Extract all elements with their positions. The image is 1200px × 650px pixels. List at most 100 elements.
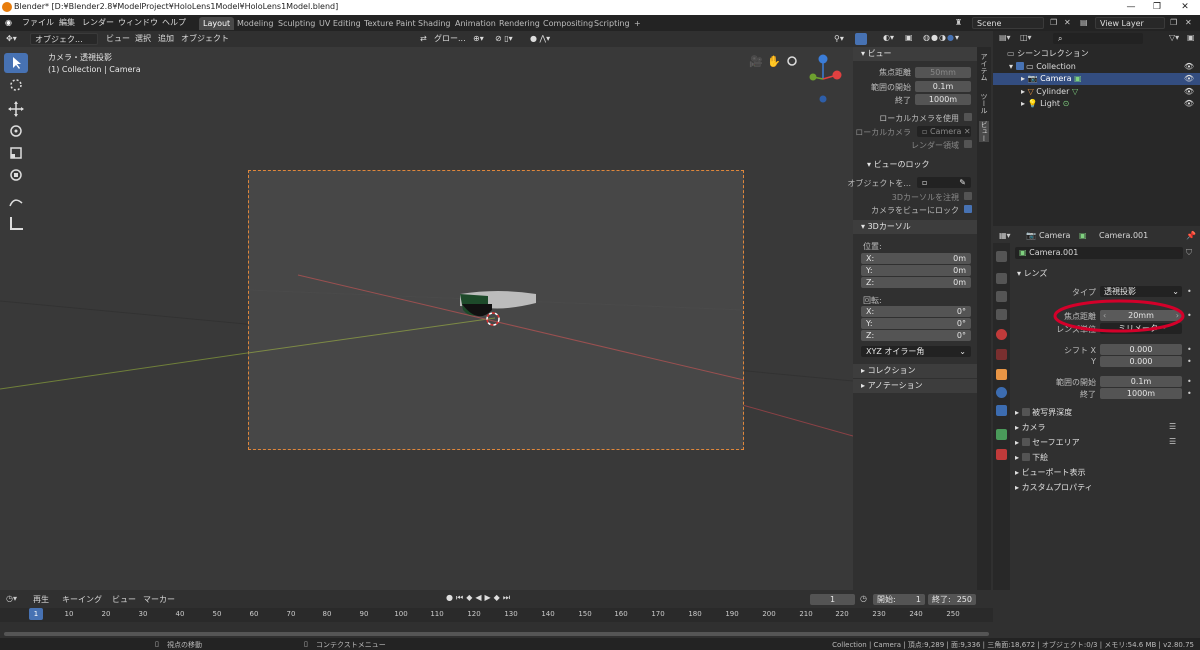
- cursor-rot-y[interactable]: Y: 0°: [861, 318, 971, 329]
- tab-rendering[interactable]: Rendering: [495, 17, 544, 30]
- menu-window[interactable]: ウィンドウ: [118, 17, 158, 29]
- keyframe-dot-icon[interactable]: •: [1187, 345, 1192, 354]
- expand-icon[interactable]: ▸: [1021, 74, 1025, 83]
- camera-data-tab-icon[interactable]: [996, 429, 1007, 440]
- tab-modeling[interactable]: Modeling: [233, 17, 277, 30]
- new-view-layer-icon[interactable]: ❐: [1170, 17, 1177, 29]
- outliner-editor-icon[interactable]: ▤▾: [999, 33, 1011, 42]
- tab-tool[interactable]: ツール: [979, 93, 989, 114]
- record-button[interactable]: ●: [446, 593, 456, 602]
- fake-user-shield-icon[interactable]: ⛉: [1186, 248, 1192, 258]
- shift-x-field[interactable]: 0.000: [1100, 344, 1182, 355]
- keyframe-dot-icon[interactable]: •: [1187, 357, 1192, 366]
- camera-type-dropdown[interactable]: 透視投影 ⌄: [1100, 286, 1182, 297]
- visibility-eye-icon[interactable]: 👁: [1184, 73, 1194, 85]
- collection-panel-header[interactable]: ▸ コレクション: [853, 364, 977, 378]
- local-camera-use-checkbox[interactable]: [964, 113, 972, 121]
- tab-animation[interactable]: Animation: [451, 17, 500, 30]
- filter-icon[interactable]: ▽▾: [1169, 33, 1179, 42]
- view-layer-tab-icon[interactable]: [996, 309, 1007, 320]
- vp-clip-start-field[interactable]: 0.1m: [915, 81, 971, 92]
- viewport-display-panel[interactable]: ▸ ビューポート表示: [1015, 467, 1086, 478]
- menu-file[interactable]: ファイル: [22, 17, 54, 29]
- cursor-rot-z[interactable]: Z: 0°: [861, 330, 971, 341]
- world-tab-icon[interactable]: [996, 349, 1007, 360]
- collection-include-checkbox[interactable]: [1015, 62, 1024, 70]
- custom-properties-panel[interactable]: ▸ カスタムプロパティ: [1015, 482, 1093, 493]
- expand-icon[interactable]: ▸: [1021, 99, 1025, 108]
- cursor-loc-z[interactable]: Z: 0m: [861, 277, 971, 288]
- clip-end-field[interactable]: 1000m: [1100, 388, 1182, 399]
- toggle-xray-icon[interactable]: [855, 33, 867, 45]
- render-tab-icon[interactable]: [996, 273, 1007, 284]
- keyframe-dot-icon[interactable]: •: [1187, 389, 1192, 398]
- end-frame-field[interactable]: 終了: 250: [928, 594, 976, 605]
- timeline-scrollbar[interactable]: [4, 632, 989, 636]
- lock-3d-cursor-checkbox[interactable]: [964, 192, 972, 200]
- visibility-eye-icon[interactable]: 👁: [1184, 98, 1194, 110]
- tab-texture-paint[interactable]: Texture Paint: [360, 17, 420, 30]
- shift-y-field[interactable]: 0.000: [1100, 356, 1182, 367]
- timeline-menu-playback[interactable]: 再生: [33, 594, 49, 605]
- display-mode-icon[interactable]: ◫▾: [1020, 33, 1032, 42]
- view-panel-header[interactable]: ▾ ビュー: [853, 47, 977, 61]
- start-frame-field[interactable]: 開始: 1: [873, 594, 925, 605]
- tab-layout[interactable]: Layout: [199, 17, 235, 30]
- menu-help[interactable]: ヘルプ: [162, 17, 186, 29]
- delete-scene-icon[interactable]: ✕: [1064, 17, 1071, 29]
- local-camera-field[interactable]: ▫ Camera ✕: [917, 126, 971, 137]
- outliner-row-camera[interactable]: ▸ 📷 Camera ▣ 👁: [993, 73, 1200, 85]
- current-frame-field[interactable]: 1: [810, 594, 855, 605]
- play-reverse-button[interactable]: ◀: [475, 593, 484, 602]
- annotation-panel-header[interactable]: ▸ アノテーション: [853, 379, 977, 393]
- new-scene-icon[interactable]: ❐: [1050, 17, 1057, 29]
- lock-camera-to-view-checkbox[interactable]: [964, 205, 972, 213]
- texture-tab-icon[interactable]: [996, 449, 1007, 460]
- maximize-button[interactable]: ❐: [1144, 0, 1170, 15]
- cursor-rot-x[interactable]: X: 0°: [861, 306, 971, 317]
- lens-panel-header[interactable]: ▾ レンズ: [1017, 268, 1047, 279]
- vp-focal-field[interactable]: 50mm: [915, 67, 971, 78]
- outliner-row-light[interactable]: ▸ 💡 Light ⊙ 👁: [993, 98, 1200, 110]
- xray-icon[interactable]: ▣: [905, 33, 913, 42]
- tab-item[interactable]: アイテム: [979, 53, 989, 81]
- background-images-panel[interactable]: ▸ 下絵: [1015, 452, 1048, 463]
- jump-start-button[interactable]: ⏮: [456, 593, 466, 602]
- scene-selector[interactable]: Scene: [972, 17, 1044, 29]
- outliner-row-scene-collection[interactable]: ▭ シーンコレクション: [993, 48, 1200, 60]
- preset-list-icon[interactable]: ☰: [1169, 422, 1176, 431]
- view-lock-subpanel-header[interactable]: ▾ ビューのロック: [867, 159, 930, 170]
- background-images-checkbox[interactable]: [1021, 453, 1030, 461]
- render-region-checkbox[interactable]: [964, 140, 972, 148]
- minimize-button[interactable]: —: [1118, 0, 1144, 15]
- outliner-row-collection[interactable]: ▾ ▭ Collection 👁: [993, 61, 1200, 73]
- object-tab-icon[interactable]: [996, 369, 1007, 380]
- outliner-row-cylinder[interactable]: ▸ ▽ Cylinder ▽ 👁: [993, 86, 1200, 98]
- hololens-model[interactable]: [460, 291, 536, 317]
- clip-start-field[interactable]: 0.1m: [1100, 376, 1182, 387]
- play-button[interactable]: ▶: [485, 593, 494, 602]
- safe-areas-checkbox[interactable]: [1021, 438, 1030, 446]
- tool-tab-icon[interactable]: [996, 251, 1007, 262]
- timeline-editor[interactable]: ◷▾ 再生 キーイング ビュー マーカー ●⏮◆◀▶◆⏭ 1 ◷ 開始: 1 終了…: [0, 590, 993, 638]
- prev-keyframe-button[interactable]: ◆: [466, 593, 475, 602]
- blender-menu-icon[interactable]: ◉: [5, 17, 12, 29]
- tab-compositing[interactable]: Compositing: [539, 17, 597, 30]
- keyframe-dot-icon[interactable]: •: [1187, 311, 1192, 320]
- new-collection-icon[interactable]: ▣: [1187, 33, 1195, 42]
- collapse-icon[interactable]: ▾: [1009, 62, 1013, 71]
- timeline-menu-keying[interactable]: キーイング: [62, 594, 102, 605]
- keyframe-dot-icon[interactable]: •: [1187, 287, 1192, 296]
- timeline-editor-icon[interactable]: ◷▾: [6, 594, 17, 603]
- view-layer-selector[interactable]: View Layer: [1095, 17, 1165, 29]
- lock-object-field[interactable]: ▫ ✎: [917, 177, 971, 188]
- keyframe-dot-icon[interactable]: •: [1187, 377, 1192, 386]
- modifier-tab-icon[interactable]: [996, 387, 1007, 398]
- overlay-icon[interactable]: ◐▾: [883, 33, 894, 42]
- constraint-tab-icon[interactable]: [996, 405, 1007, 416]
- cursor-loc-x[interactable]: X: 0m: [861, 253, 971, 264]
- dof-checkbox[interactable]: [1021, 408, 1030, 416]
- visibility-eye-icon[interactable]: 👁: [1184, 61, 1194, 73]
- preset-list-icon[interactable]: ☰: [1169, 437, 1176, 446]
- depth-of-field-panel[interactable]: ▸ 被写界深度: [1015, 407, 1072, 418]
